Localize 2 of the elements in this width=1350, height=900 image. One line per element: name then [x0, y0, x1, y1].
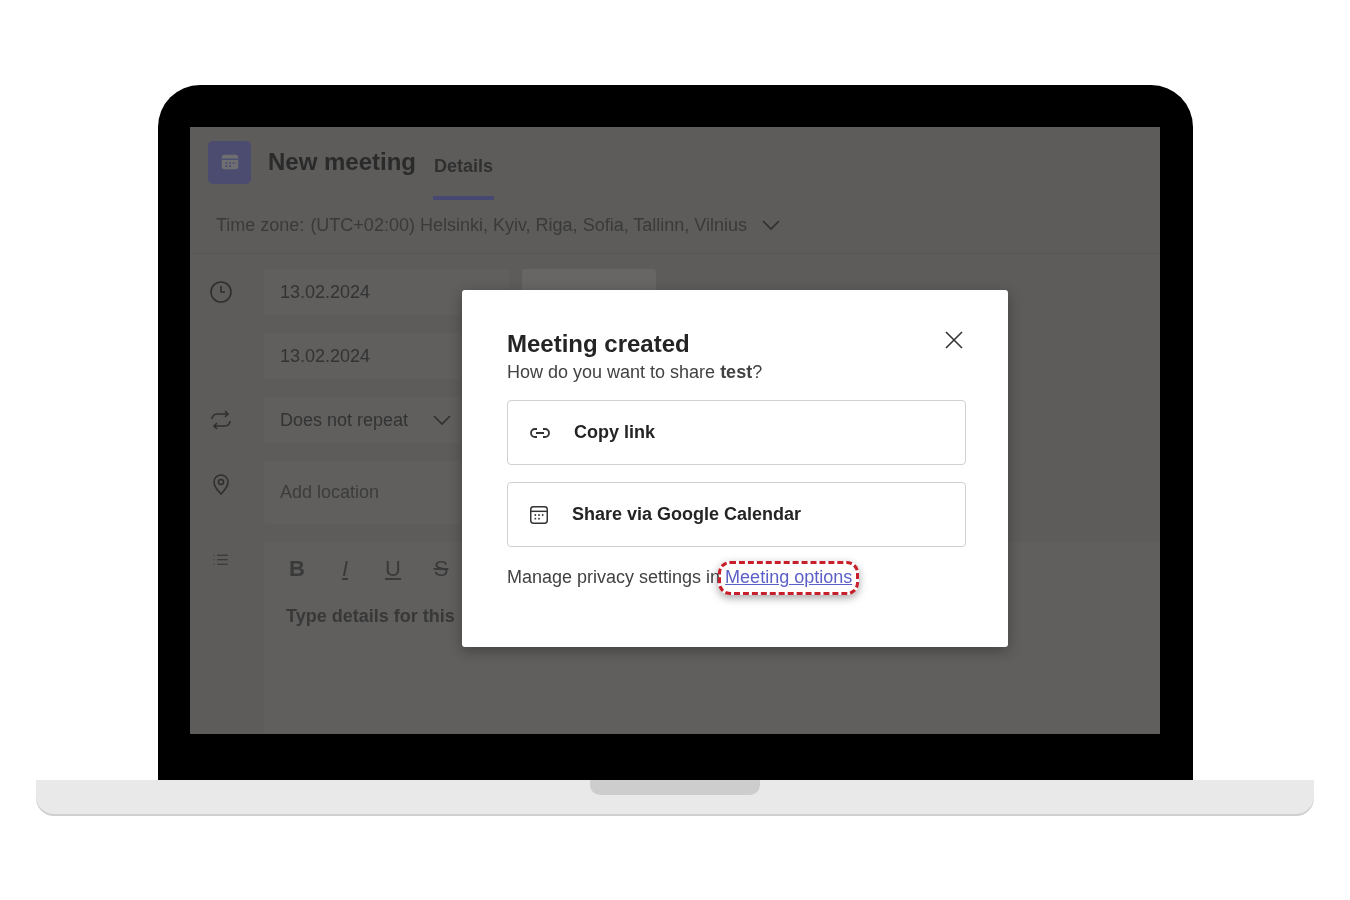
- dialog-subtitle: How do you want to share test?: [507, 362, 764, 383]
- dialog-title: Meeting created: [507, 330, 690, 358]
